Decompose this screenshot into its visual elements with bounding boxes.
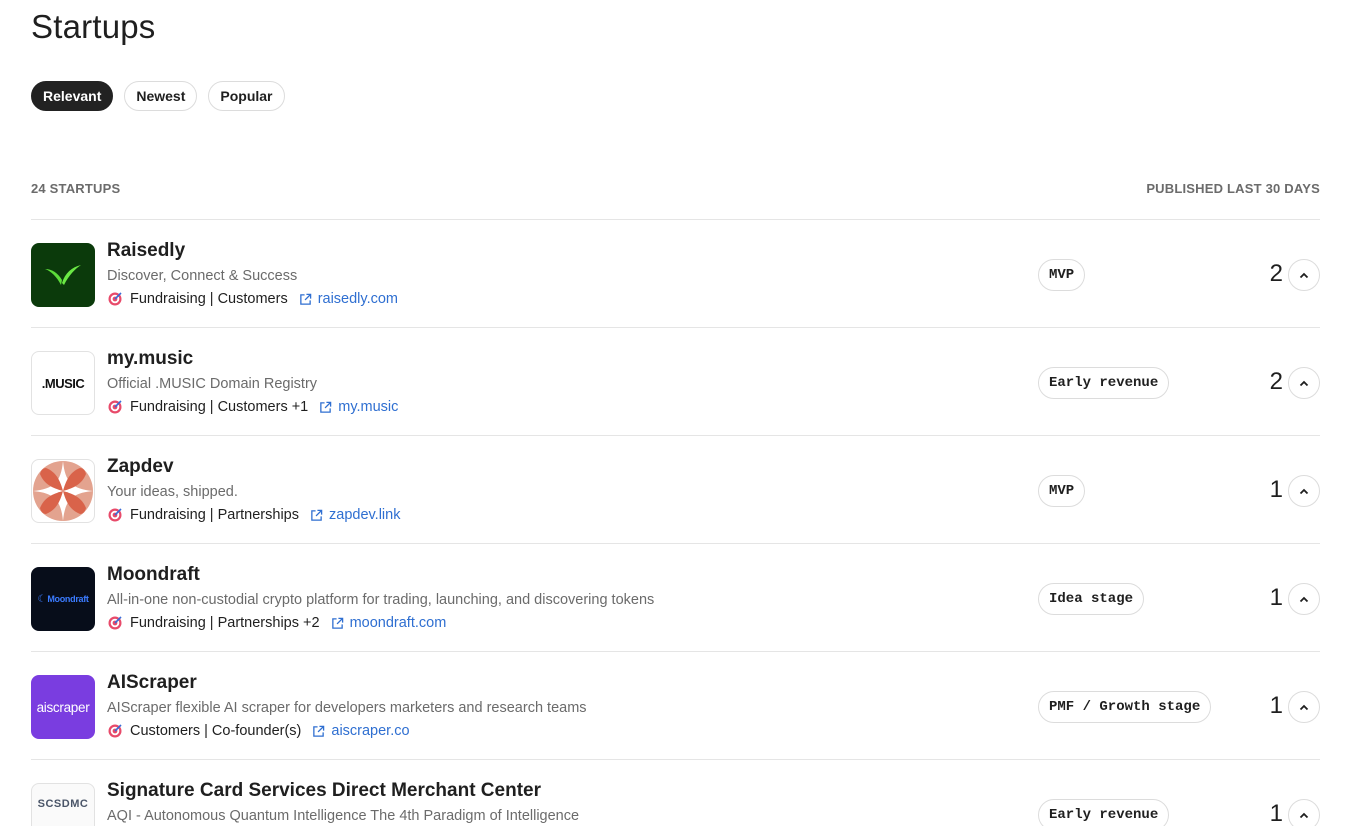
- startup-meta: Fundraising | Partnerships zapdev.link: [107, 507, 400, 523]
- list-header: 24 STARTUPS PUBLISHED LAST 30 DAYS: [31, 181, 1320, 196]
- aiscraper-logo-text: aiscraper: [36, 699, 90, 715]
- target-icon: [107, 399, 123, 415]
- stage-badge: Early revenue: [1038, 799, 1170, 826]
- moondraft-logo-text: Moondraft: [47, 594, 89, 604]
- chevron-up-icon: [1299, 812, 1309, 818]
- startup-row[interactable]: SCSDMC Signature Card Services Direct Me…: [31, 759, 1320, 826]
- website-url: raisedly.com: [317, 291, 398, 307]
- startup-tagline: Discover, Connect & Success: [107, 268, 298, 284]
- external-link-icon: [313, 725, 325, 737]
- upvote-button[interactable]: [1288, 475, 1320, 507]
- startup-name[interactable]: Raisedly: [107, 240, 185, 262]
- startup-row[interactable]: ☾ Moondraft Moondraft All-in-one non-cus…: [31, 543, 1320, 651]
- website-url: aiscraper.co: [331, 723, 410, 739]
- upvote-button[interactable]: [1288, 691, 1320, 723]
- website-url: my.music: [338, 399, 399, 415]
- website-link[interactable]: my.music: [319, 399, 398, 415]
- startup-count: 24 STARTUPS: [31, 181, 121, 196]
- sort-filters: Relevant Newest Popular: [31, 81, 285, 111]
- external-link-icon: [311, 509, 323, 521]
- looking-for: Customers | Co-founder(s): [130, 723, 302, 739]
- stage-badge: Early revenue: [1038, 367, 1170, 399]
- external-link-icon: [299, 293, 311, 305]
- zapdev-logo[interactable]: [31, 459, 95, 523]
- target-icon: [107, 507, 123, 523]
- stage-badge: PMF / Growth stage: [1038, 691, 1212, 723]
- chevron-up-icon: [1299, 596, 1309, 602]
- sprout-icon: [45, 265, 81, 285]
- moondraft-logo[interactable]: ☾ Moondraft: [31, 567, 95, 631]
- external-link-icon: [331, 617, 343, 629]
- stage-badge: MVP: [1038, 475, 1086, 507]
- moon-icon: ☾: [37, 593, 47, 605]
- chevron-up-icon: [1299, 704, 1309, 710]
- target-icon: [107, 291, 123, 307]
- filter-relevant[interactable]: Relevant: [31, 81, 114, 111]
- startup-meta: Customers | Co-founder(s) aiscraper.co: [107, 723, 410, 739]
- vote-count: 1: [1269, 476, 1283, 503]
- scsdmc-logo-text: SCSDMC: [37, 798, 89, 810]
- startup-list: Raisedly Discover, Connect & Success Fun…: [31, 219, 1320, 826]
- startup-row[interactable]: .MUSIC my.music Official .MUSIC Domain R…: [31, 327, 1320, 435]
- chevron-up-icon: [1299, 380, 1309, 386]
- page-title: Startups: [31, 8, 156, 45]
- chevron-up-icon: [1299, 272, 1309, 278]
- mymusic-logo-text: .MUSIC: [41, 375, 85, 391]
- startup-row[interactable]: Raisedly Discover, Connect & Success Fun…: [31, 219, 1320, 327]
- target-icon: [107, 723, 123, 739]
- startup-tagline: AIScraper flexible AI scraper for develo…: [107, 700, 587, 716]
- startup-name[interactable]: Signature Card Services Direct Merchant …: [107, 780, 541, 802]
- filter-popular[interactable]: Popular: [208, 81, 285, 111]
- upvote-button[interactable]: [1288, 367, 1320, 399]
- startup-name[interactable]: Moondraft: [107, 564, 200, 586]
- website-link[interactable]: moondraft.com: [331, 615, 447, 631]
- star-logo-icon: [33, 461, 93, 521]
- looking-for: Fundraising | Partnerships +2: [130, 615, 320, 631]
- startup-tagline: AQI - Autonomous Quantum Intelligence Th…: [107, 808, 580, 824]
- website-link[interactable]: raisedly.com: [299, 291, 398, 307]
- startup-tagline: All-in-one non-custodial crypto platform…: [107, 592, 655, 608]
- startup-row[interactable]: Zapdev Your ideas, shipped. Fundraising …: [31, 435, 1320, 543]
- startup-tagline: Official .MUSIC Domain Registry: [107, 376, 318, 392]
- target-icon: [107, 615, 123, 631]
- startup-row[interactable]: aiscraper AIScraper AIScraper flexible A…: [31, 651, 1320, 759]
- vote-count: 2: [1269, 368, 1283, 395]
- looking-for: Fundraising | Customers: [130, 291, 288, 307]
- upvote-button[interactable]: [1288, 799, 1320, 826]
- raisedly-logo[interactable]: [31, 243, 95, 307]
- website-link[interactable]: zapdev.link: [310, 507, 400, 523]
- website-url: moondraft.com: [349, 615, 447, 631]
- website-link[interactable]: aiscraper.co: [312, 723, 410, 739]
- upvote-button[interactable]: [1288, 259, 1320, 291]
- vote-count: 1: [1269, 692, 1283, 719]
- external-link-icon: [320, 401, 332, 413]
- mymusic-logo[interactable]: .MUSIC: [31, 351, 95, 415]
- vote-count: 1: [1269, 584, 1283, 611]
- chevron-up-icon: [1299, 488, 1309, 494]
- scsdmc-logo[interactable]: SCSDMC: [31, 783, 95, 826]
- upvote-button[interactable]: [1288, 583, 1320, 615]
- looking-for: Fundraising | Customers +1: [130, 399, 309, 415]
- startup-name[interactable]: Zapdev: [107, 456, 174, 478]
- website-url: zapdev.link: [329, 507, 401, 523]
- startup-tagline: Your ideas, shipped.: [107, 484, 238, 500]
- vote-count: 2: [1269, 260, 1283, 287]
- startup-meta: Fundraising | Partnerships +2 moondraft.…: [107, 615, 446, 631]
- looking-for: Fundraising | Partnerships: [130, 507, 299, 523]
- stage-badge: Idea stage: [1038, 583, 1145, 615]
- startup-meta: Fundraising | Customers +1 my.music: [107, 399, 398, 415]
- filter-newest[interactable]: Newest: [124, 81, 198, 111]
- startup-meta: Fundraising | Customers raisedly.com: [107, 291, 398, 307]
- published-period: PUBLISHED LAST 30 DAYS: [1146, 181, 1320, 196]
- startup-name[interactable]: AIScraper: [107, 672, 197, 694]
- vote-count: 1: [1269, 800, 1283, 826]
- startup-name[interactable]: my.music: [107, 348, 193, 370]
- aiscraper-logo[interactable]: aiscraper: [31, 675, 95, 739]
- stage-badge: MVP: [1038, 259, 1086, 291]
